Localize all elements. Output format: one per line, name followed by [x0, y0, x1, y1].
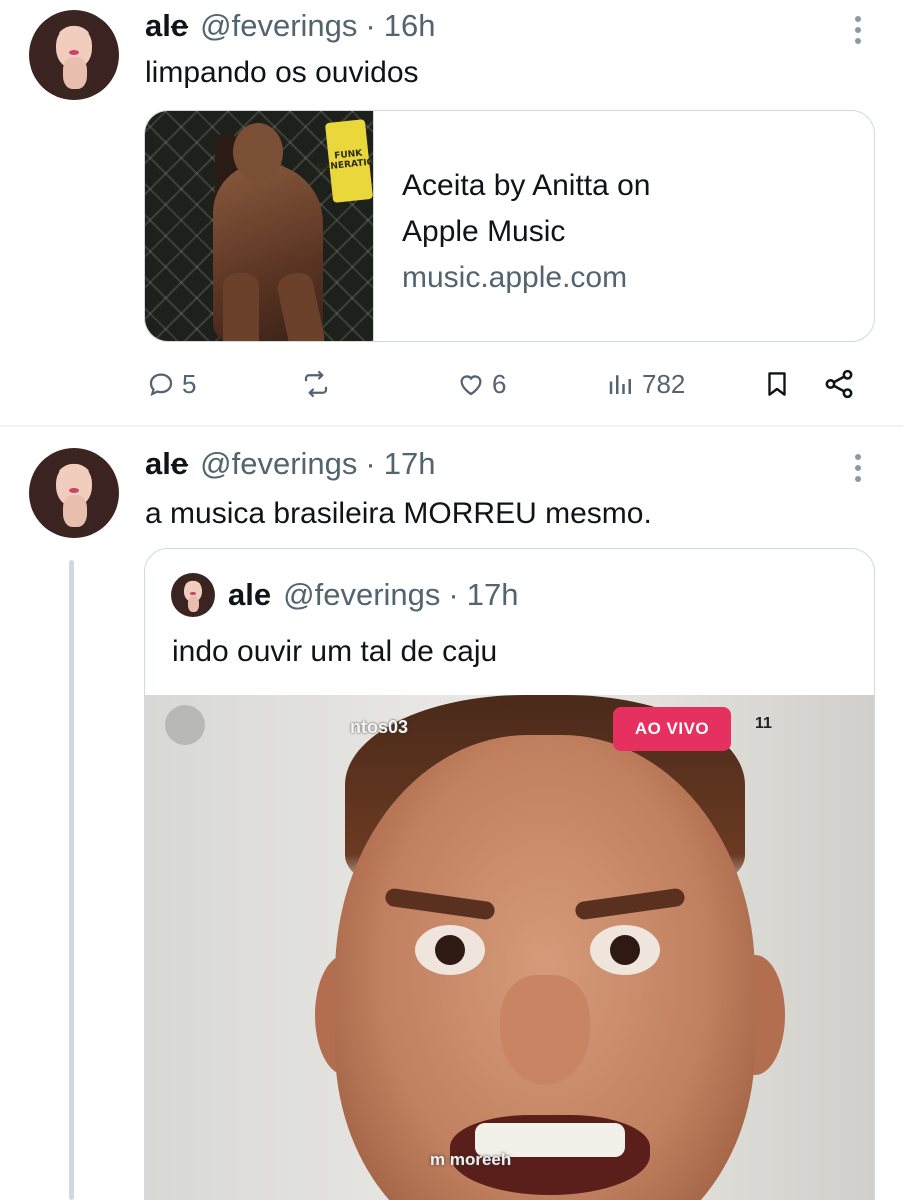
- more-icon[interactable]: [849, 448, 867, 488]
- live-username: ntos03: [350, 717, 409, 737]
- link-card-domain: music.apple.com: [402, 261, 628, 294]
- more-icon[interactable]: [849, 10, 867, 50]
- timeline-feed: ale @feverings · 16h limpando os ouvidos…: [0, 0, 903, 1200]
- album-sticker: FUNK GENERATION: [317, 119, 373, 203]
- tweet-divider: [0, 425, 903, 427]
- share-icon: [825, 369, 853, 399]
- display-name[interactable]: ale: [145, 446, 188, 482]
- avatar[interactable]: [29, 10, 119, 100]
- user-handle[interactable]: @feverings: [200, 446, 357, 482]
- display-name-text: l: [162, 446, 171, 481]
- like-count: 6: [492, 368, 507, 399]
- quote-display-name-strike: e: [253, 577, 272, 612]
- quote-display-name-text: l: [245, 577, 254, 612]
- live-viewer-count: 11: [755, 715, 772, 732]
- tweet-text: limpando os ouvidos: [145, 56, 419, 89]
- tweet-header: ale @feverings · 17h: [145, 446, 435, 486]
- display-name-strike: e: [170, 8, 189, 43]
- quote-video-thumbnail[interactable]: ntos03 AO VIVO 11 m moreeh: [145, 695, 874, 1200]
- quote-timestamp[interactable]: 17h: [467, 577, 519, 613]
- separator-dot: ·: [448, 577, 459, 612]
- album-cover-image: FUNK GENERATION: [145, 111, 374, 341]
- display-name[interactable]: ale: [145, 8, 188, 44]
- quote-avatar[interactable]: [171, 573, 215, 617]
- views-count: 782: [642, 368, 686, 399]
- live-comment-caption: m moreeh: [430, 1150, 512, 1169]
- like-icon: [460, 375, 482, 396]
- bookmark-button[interactable]: [762, 364, 792, 404]
- quote-user-handle[interactable]: @feverings: [283, 577, 440, 613]
- link-card[interactable]: FUNK GENERATION Aceita by Anitta on Appl…: [144, 110, 875, 342]
- live-host-avatar: [165, 705, 205, 745]
- reply-icon: [149, 373, 173, 397]
- live-badge: AO VIVO: [613, 707, 731, 751]
- display-name-text: l: [162, 8, 171, 43]
- quote-text: indo ouvir um tal de caju: [172, 635, 498, 668]
- repost-button[interactable]: [300, 364, 338, 404]
- quote-header: ale @feverings · 17h: [228, 577, 518, 613]
- timestamp[interactable]: 17h: [384, 446, 436, 482]
- user-handle[interactable]: @feverings: [200, 8, 357, 44]
- separator-dot: ·: [365, 446, 376, 481]
- display-name-strike: e: [170, 446, 189, 481]
- avatar[interactable]: [29, 448, 119, 538]
- share-button[interactable]: [822, 364, 856, 404]
- link-card-title: Aceita by Anitta on Apple Music: [402, 169, 651, 248]
- like-button[interactable]: 6: [456, 364, 506, 404]
- bookmark-icon: [768, 372, 786, 396]
- tweet-text: a musica brasileira MORREU mesmo.: [145, 497, 652, 530]
- views-icon: [609, 375, 631, 394]
- views-button[interactable]: 782: [606, 364, 685, 404]
- quote-display-name[interactable]: ale: [228, 577, 271, 613]
- tweet-header: ale @feverings · 16h: [145, 8, 435, 48]
- link-card-text: Aceita by Anitta on Apple Music music.ap…: [374, 111, 874, 341]
- action-bar: 5 6 782: [144, 364, 864, 404]
- thread-connector: [69, 560, 74, 1200]
- reply-button[interactable]: 5: [146, 364, 196, 404]
- reply-count: 5: [182, 368, 197, 399]
- timestamp[interactable]: 16h: [384, 8, 436, 44]
- quote-tweet[interactable]: ale @feverings · 17h indo ouvir um tal d…: [144, 548, 875, 1200]
- repost-icon: [304, 371, 328, 397]
- separator-dot: ·: [365, 8, 376, 43]
